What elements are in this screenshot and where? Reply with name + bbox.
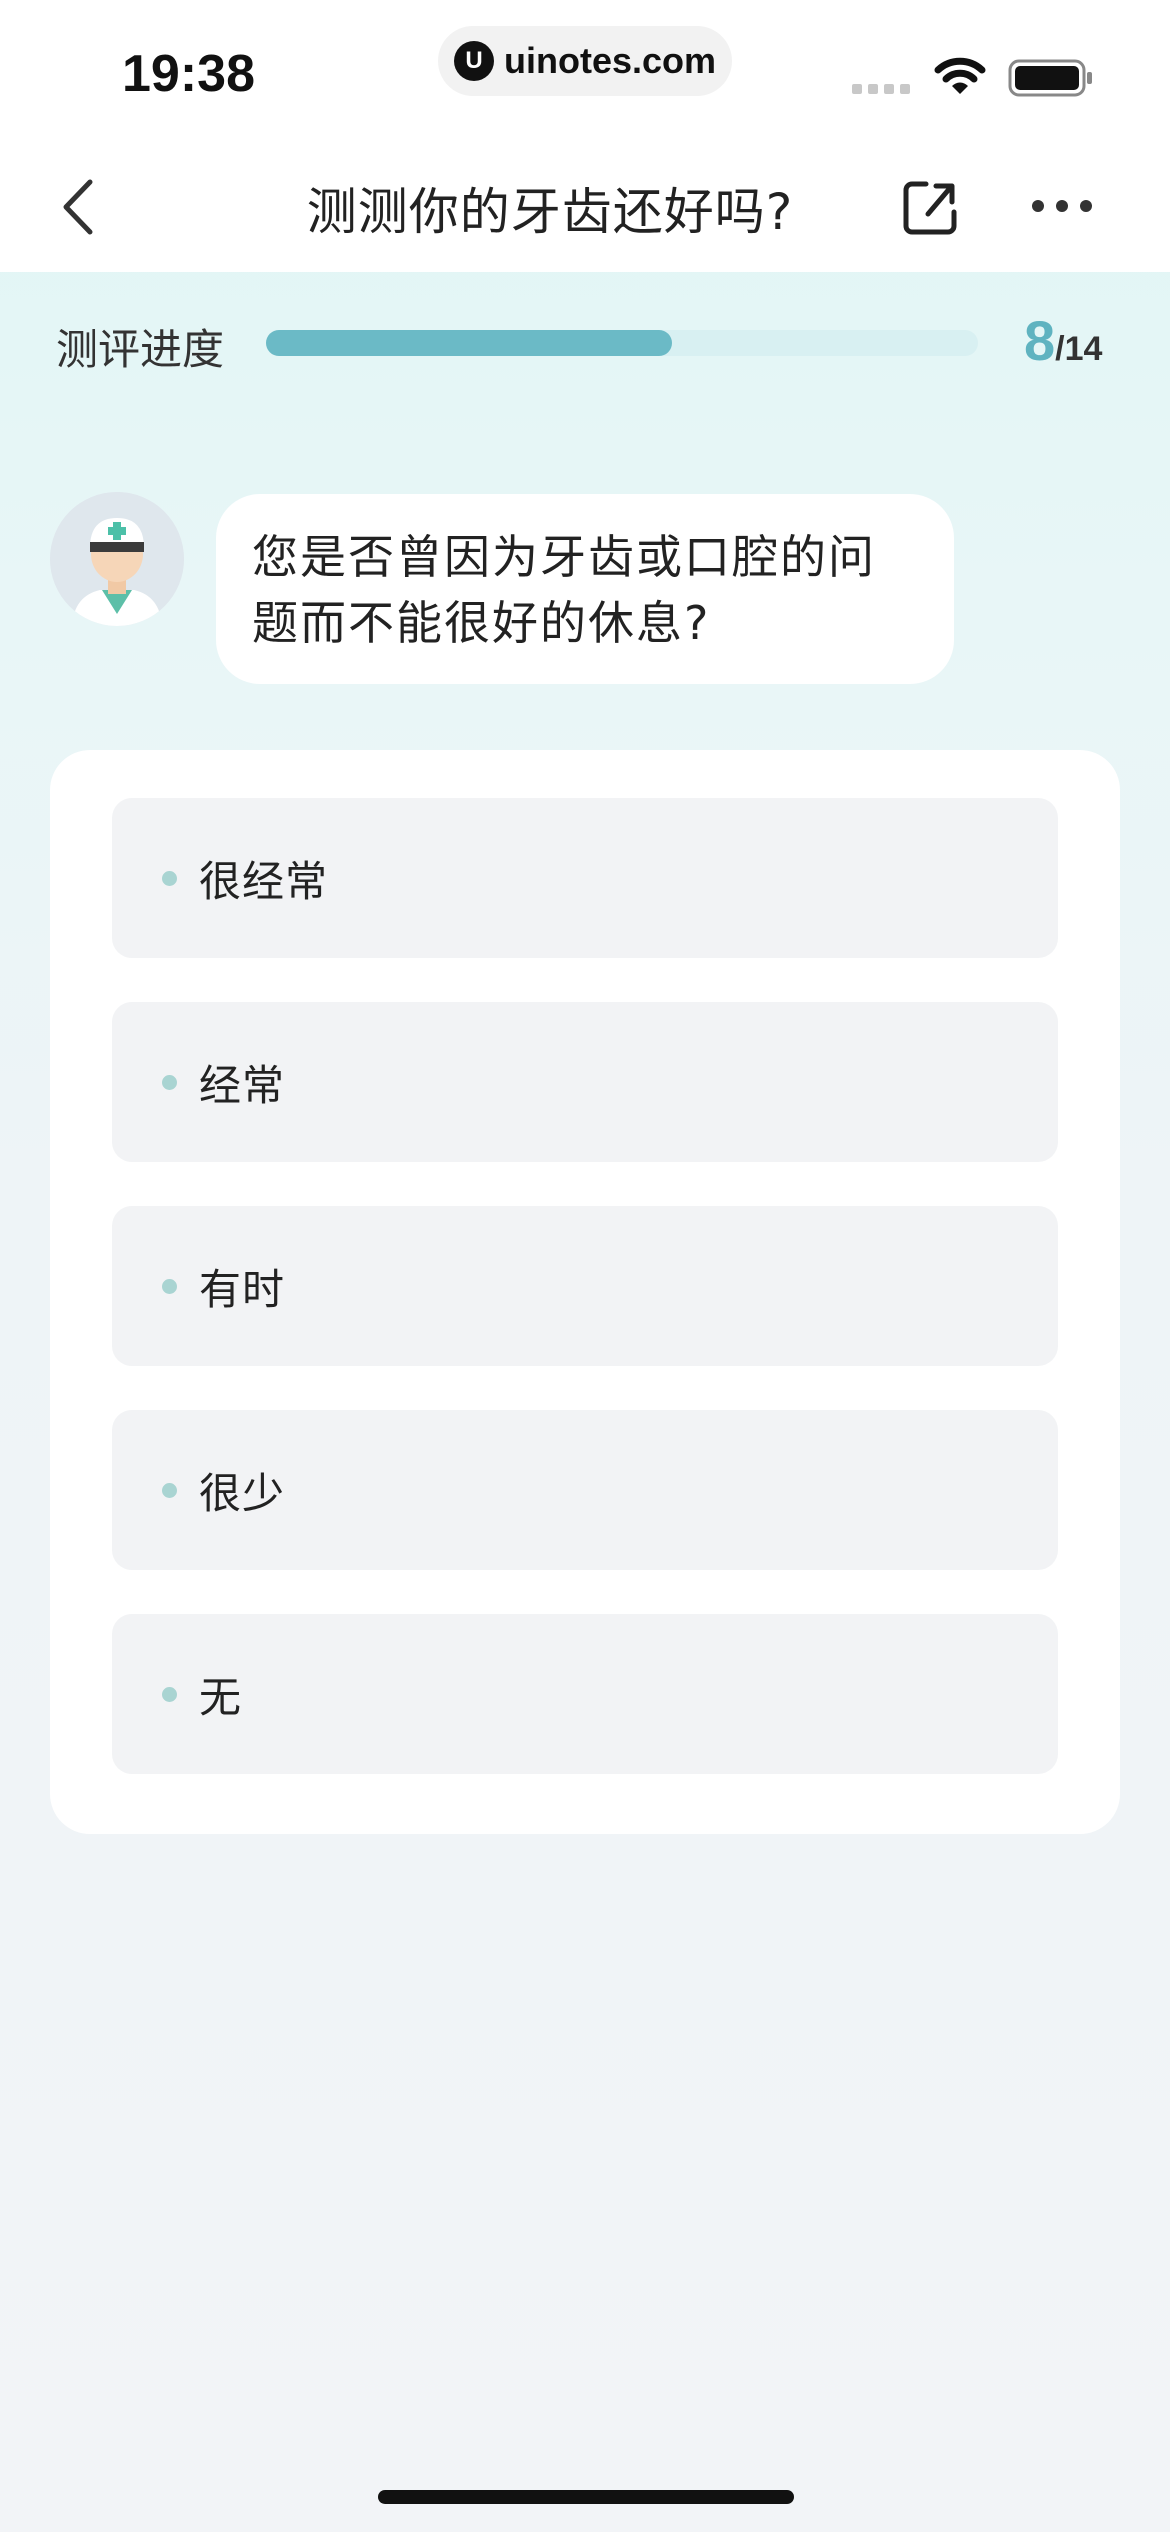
share-icon[interactable] xyxy=(900,176,962,238)
option-0[interactable]: 很经常 xyxy=(112,798,1058,958)
more-horizontal-icon[interactable] xyxy=(1030,196,1094,216)
progress-label: 测评进度 xyxy=(56,325,225,374)
option-2[interactable]: 有时 xyxy=(112,1206,1058,1366)
option-bullet-icon xyxy=(162,1278,177,1294)
options-card: 很经常 经常 有时 很少 无 xyxy=(50,750,1120,1834)
progress-bar xyxy=(266,330,978,356)
option-1[interactable]: 经常 xyxy=(112,1002,1058,1162)
option-bullet-icon xyxy=(162,1482,177,1498)
home-indicator[interactable] xyxy=(378,2490,794,2504)
progress-count: 8/14 xyxy=(1024,308,1102,373)
status-time: 19:38 xyxy=(122,45,255,103)
back-button[interactable] xyxy=(56,174,100,240)
question-bubble: 您是否曾因为牙齿或口腔的问题而不能很好的休息? xyxy=(216,494,954,684)
option-label: 有时 xyxy=(199,1264,286,1314)
option-label: 无 xyxy=(199,1672,243,1722)
option-bullet-icon xyxy=(162,870,177,886)
site-logo-icon: U xyxy=(453,41,494,81)
wifi-icon xyxy=(934,57,986,94)
cellular-signal-icon xyxy=(852,84,910,94)
app-screen: 19:38 U uinotes.com 测测你的牙齿还好吗? 测评进度 8/14… xyxy=(0,0,1170,2532)
option-3[interactable]: 很少 xyxy=(112,1410,1058,1570)
progress-current: 8 xyxy=(1024,309,1056,372)
option-label: 很少 xyxy=(199,1468,286,1518)
url-text: uinotes.com xyxy=(503,40,717,81)
url-pill[interactable]: U uinotes.com xyxy=(438,26,732,96)
option-label: 很经常 xyxy=(199,856,329,906)
battery-icon xyxy=(1008,59,1092,97)
option-bullet-icon xyxy=(162,1074,177,1090)
doctor-avatar xyxy=(50,492,184,626)
option-4[interactable]: 无 xyxy=(112,1614,1058,1774)
option-label: 经常 xyxy=(199,1060,286,1110)
progress-fill xyxy=(266,330,672,356)
page-title: 测测你的牙齿还好吗? xyxy=(306,183,794,241)
progress-total: /14 xyxy=(1055,330,1103,368)
option-bullet-icon xyxy=(162,1686,177,1702)
